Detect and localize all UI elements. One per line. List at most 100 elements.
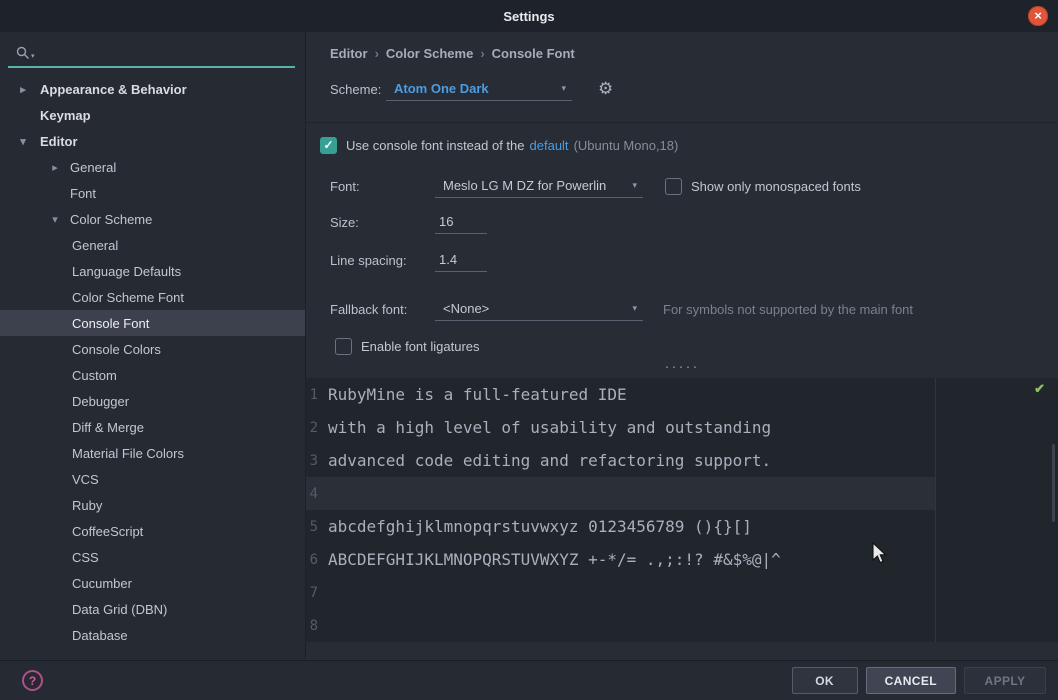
preview-line: 8 xyxy=(306,609,1058,642)
size-value: 16 xyxy=(439,214,453,229)
sidebar-item-appearance-behavior[interactable]: ▸Appearance & Behavior xyxy=(0,76,305,102)
sidebar-item-label: Material File Colors xyxy=(72,446,184,461)
search-input[interactable] xyxy=(40,46,260,61)
help-button[interactable]: ? xyxy=(22,670,43,691)
preview-line: 5abcdefghijklmnopqrstuvwxyz 0123456789 (… xyxy=(306,510,1058,543)
preview-line: 6ABCDEFGHIJKLMNOPQRSTUVWXYZ +-*/= .,;:!?… xyxy=(306,543,1058,576)
cancel-button[interactable]: CANCEL xyxy=(866,667,956,694)
sidebar-item-data-grid-dbn[interactable]: Data Grid (DBN) xyxy=(0,596,305,622)
settings-dialog: Settings × ▾ ▸Appearance & BehaviorKeyma… xyxy=(0,0,1058,700)
sidebar-item-label: Ruby xyxy=(72,498,102,513)
sidebar-item-label: Editor xyxy=(40,134,78,149)
sidebar-item-label: Diff & Merge xyxy=(72,420,144,435)
line-number: 1 xyxy=(306,387,328,403)
check-icon: ✓ xyxy=(323,138,333,152)
scheme-value: Atom One Dark xyxy=(394,81,489,96)
sidebar-item-label: VCS xyxy=(72,472,99,487)
splitter-handle[interactable]: ····· xyxy=(306,363,1058,373)
ok-button[interactable]: OK xyxy=(792,667,858,694)
code-text: ABCDEFGHIJKLMNOPQRSTUVWXYZ +-*/= .,;:!? … xyxy=(328,550,781,569)
sidebar-item-general[interactable]: General xyxy=(0,232,305,258)
line-number: 7 xyxy=(306,585,328,601)
scheme-select[interactable]: Atom One Dark ▾ xyxy=(386,77,572,101)
preview-lines: 1RubyMine is a full-featured IDE2with a … xyxy=(306,378,1058,642)
sidebar-item-label: Color Scheme xyxy=(70,212,152,227)
separator xyxy=(306,122,1058,123)
use-console-font-label: Use console font instead of the xyxy=(346,138,525,153)
line-number: 5 xyxy=(306,519,328,535)
chevron-right-icon[interactable]: ▸ xyxy=(16,83,30,96)
sidebar-item-label: Data Grid (DBN) xyxy=(72,602,167,617)
default-font-link[interactable]: default xyxy=(530,138,569,153)
apply-button[interactable]: APPLY xyxy=(964,667,1046,694)
size-row: Size: 16 xyxy=(330,209,1058,235)
sidebar-item-ruby[interactable]: Ruby xyxy=(0,492,305,518)
fallback-select[interactable]: <None> ▾ xyxy=(435,297,643,321)
sidebar-item-color-scheme[interactable]: ▾ Color Scheme xyxy=(0,206,305,232)
search-history-arrow-icon[interactable]: ▾ xyxy=(31,52,35,60)
code-text: RubyMine is a full-featured IDE xyxy=(328,385,627,404)
breadcrumb-item[interactable]: Editor xyxy=(330,46,368,61)
preview-editor[interactable]: 1RubyMine is a full-featured IDE2with a … xyxy=(306,378,1058,642)
line-spacing-input[interactable]: 1.4 xyxy=(435,248,487,272)
sidebar-item-label: Console Colors xyxy=(72,342,161,357)
settings-content: Editor›Color Scheme›Console Font Scheme:… xyxy=(306,32,1058,660)
chevron-right-icon[interactable]: ▸ xyxy=(48,161,62,174)
line-number: 2 xyxy=(306,420,328,436)
line-number: 3 xyxy=(306,453,328,469)
breadcrumb-item[interactable]: Console Font xyxy=(492,46,575,61)
scheme-label: Scheme: xyxy=(330,82,386,97)
close-icon: × xyxy=(1034,9,1042,22)
font-select[interactable]: Meslo LG M DZ for Powerlin ▾ xyxy=(435,174,643,198)
font-value: Meslo LG M DZ for Powerlin xyxy=(443,178,606,193)
sidebar-item-label: CoffeeScript xyxy=(72,524,143,539)
sidebar-item-color-scheme-font[interactable]: Color Scheme Font xyxy=(0,284,305,310)
sidebar-item-diff-merge[interactable]: Diff & Merge xyxy=(0,414,305,440)
sidebar-item-console-font[interactable]: Console Font xyxy=(0,310,305,336)
sidebar-item-custom[interactable]: Custom xyxy=(0,362,305,388)
sidebar-item-language-defaults[interactable]: Language Defaults xyxy=(0,258,305,284)
sidebar-item-label: Font xyxy=(70,186,96,201)
chevron-down-icon[interactable]: ▾ xyxy=(48,213,62,226)
sidebar-item-database[interactable]: Database xyxy=(0,622,305,648)
sidebar-item-vcs[interactable]: VCS xyxy=(0,466,305,492)
sidebar-item-label: Console Font xyxy=(72,316,149,331)
chevron-down-icon: ▾ xyxy=(632,180,637,191)
search-icon xyxy=(16,46,30,60)
fallback-hint: For symbols not supported by the main fo… xyxy=(663,302,913,317)
use-console-font-row: ✓ Use console font instead of the defaul… xyxy=(320,135,1058,155)
monospaced-label: Show only monospaced fonts xyxy=(691,179,861,194)
preview-line: 7 xyxy=(306,576,1058,609)
breadcrumb-item[interactable]: Color Scheme xyxy=(386,46,473,61)
size-label: Size: xyxy=(330,215,435,230)
sidebar-item-css[interactable]: CSS xyxy=(0,544,305,570)
sidebar-item-label: Custom xyxy=(72,368,117,383)
sidebar-item-general[interactable]: ▸General xyxy=(0,154,305,180)
search-box[interactable]: ▾ xyxy=(8,40,295,68)
inspections-ok-icon[interactable]: ✔ xyxy=(1034,381,1045,397)
code-text: with a high level of usability and outst… xyxy=(328,418,771,437)
preview-line: 3advanced code editing and refactoring s… xyxy=(306,444,1058,477)
sidebar-item-editor[interactable]: ▾ Editor xyxy=(0,128,305,154)
sidebar-item-font[interactable]: Font xyxy=(0,180,305,206)
sidebar-item-label: Color Scheme Font xyxy=(72,290,184,305)
sidebar-item-keymap[interactable]: Keymap xyxy=(0,102,305,128)
sidebar-item-cucumber[interactable]: Cucumber xyxy=(0,570,305,596)
line-number: 6 xyxy=(306,552,328,568)
sidebar-item-coffeescript[interactable]: CoffeeScript xyxy=(0,518,305,544)
chevron-down-icon: ▾ xyxy=(561,83,566,94)
chevron-down-icon[interactable]: ▾ xyxy=(16,135,30,148)
fallback-row: Fallback font: <None> ▾ For symbols not … xyxy=(330,296,1058,322)
use-console-font-checkbox[interactable]: ✓ xyxy=(320,137,337,154)
ligatures-checkbox[interactable] xyxy=(335,338,352,355)
gear-icon[interactable]: ⚙ xyxy=(598,79,613,99)
sidebar-item-debugger[interactable]: Debugger xyxy=(0,388,305,414)
monospaced-checkbox[interactable] xyxy=(665,178,682,195)
fallback-label: Fallback font: xyxy=(330,302,435,317)
close-button[interactable]: × xyxy=(1028,6,1048,26)
sidebar-item-console-colors[interactable]: Console Colors xyxy=(0,336,305,362)
preview-scrollbar[interactable] xyxy=(1052,444,1055,522)
size-input[interactable]: 16 xyxy=(435,210,487,234)
sidebar-item-material-file-colors[interactable]: Material File Colors xyxy=(0,440,305,466)
line-number: 8 xyxy=(306,618,328,634)
